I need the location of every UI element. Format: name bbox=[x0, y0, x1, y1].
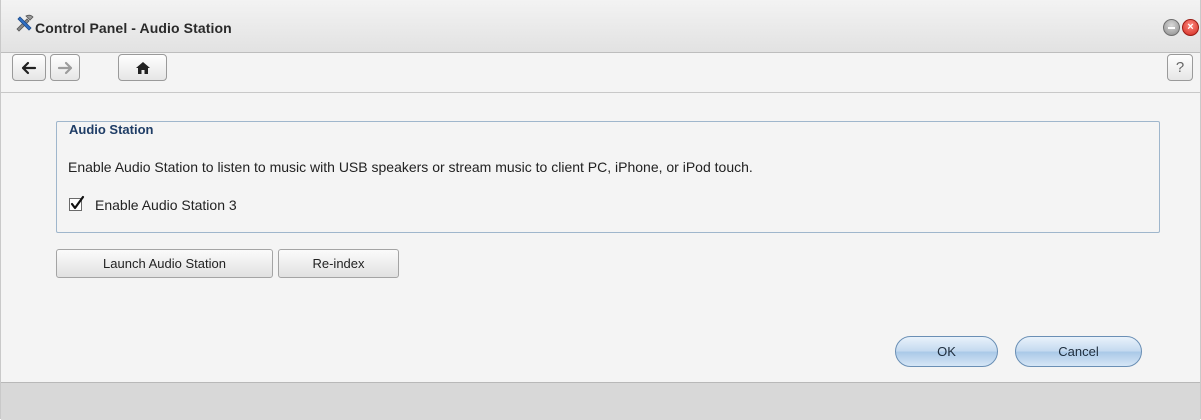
checkmark-icon bbox=[70, 195, 85, 210]
minimize-icon[interactable] bbox=[1163, 19, 1180, 36]
group-legend: Audio Station bbox=[65, 122, 158, 138]
audio-station-group bbox=[56, 121, 1160, 233]
window-footer bbox=[1, 382, 1200, 420]
arrow-right-icon bbox=[57, 61, 73, 74]
ok-button[interactable]: OK bbox=[895, 336, 998, 367]
launch-audio-station-button[interactable]: Launch Audio Station bbox=[56, 249, 273, 278]
help-button[interactable]: ? bbox=[1167, 54, 1193, 81]
forward-button[interactable] bbox=[50, 54, 80, 81]
close-icon[interactable]: × bbox=[1182, 19, 1199, 36]
reindex-button[interactable]: Re-index bbox=[278, 249, 399, 278]
title-bar: Control Panel - Audio Station × bbox=[1, 0, 1200, 53]
control-panel-window: Control Panel - Audio Station × ? Audio … bbox=[0, 0, 1201, 420]
arrow-left-icon bbox=[21, 61, 37, 74]
home-icon bbox=[135, 61, 150, 74]
tools-icon bbox=[16, 14, 34, 32]
enable-audio-station-label[interactable]: Enable Audio Station 3 bbox=[95, 197, 237, 213]
window-title: Control Panel - Audio Station bbox=[35, 20, 232, 36]
enable-audio-station-checkbox[interactable] bbox=[69, 195, 85, 211]
cancel-button[interactable]: Cancel bbox=[1015, 336, 1142, 367]
home-button[interactable] bbox=[118, 54, 167, 81]
back-button[interactable] bbox=[12, 54, 46, 81]
group-description: Enable Audio Station to listen to music … bbox=[68, 159, 753, 175]
